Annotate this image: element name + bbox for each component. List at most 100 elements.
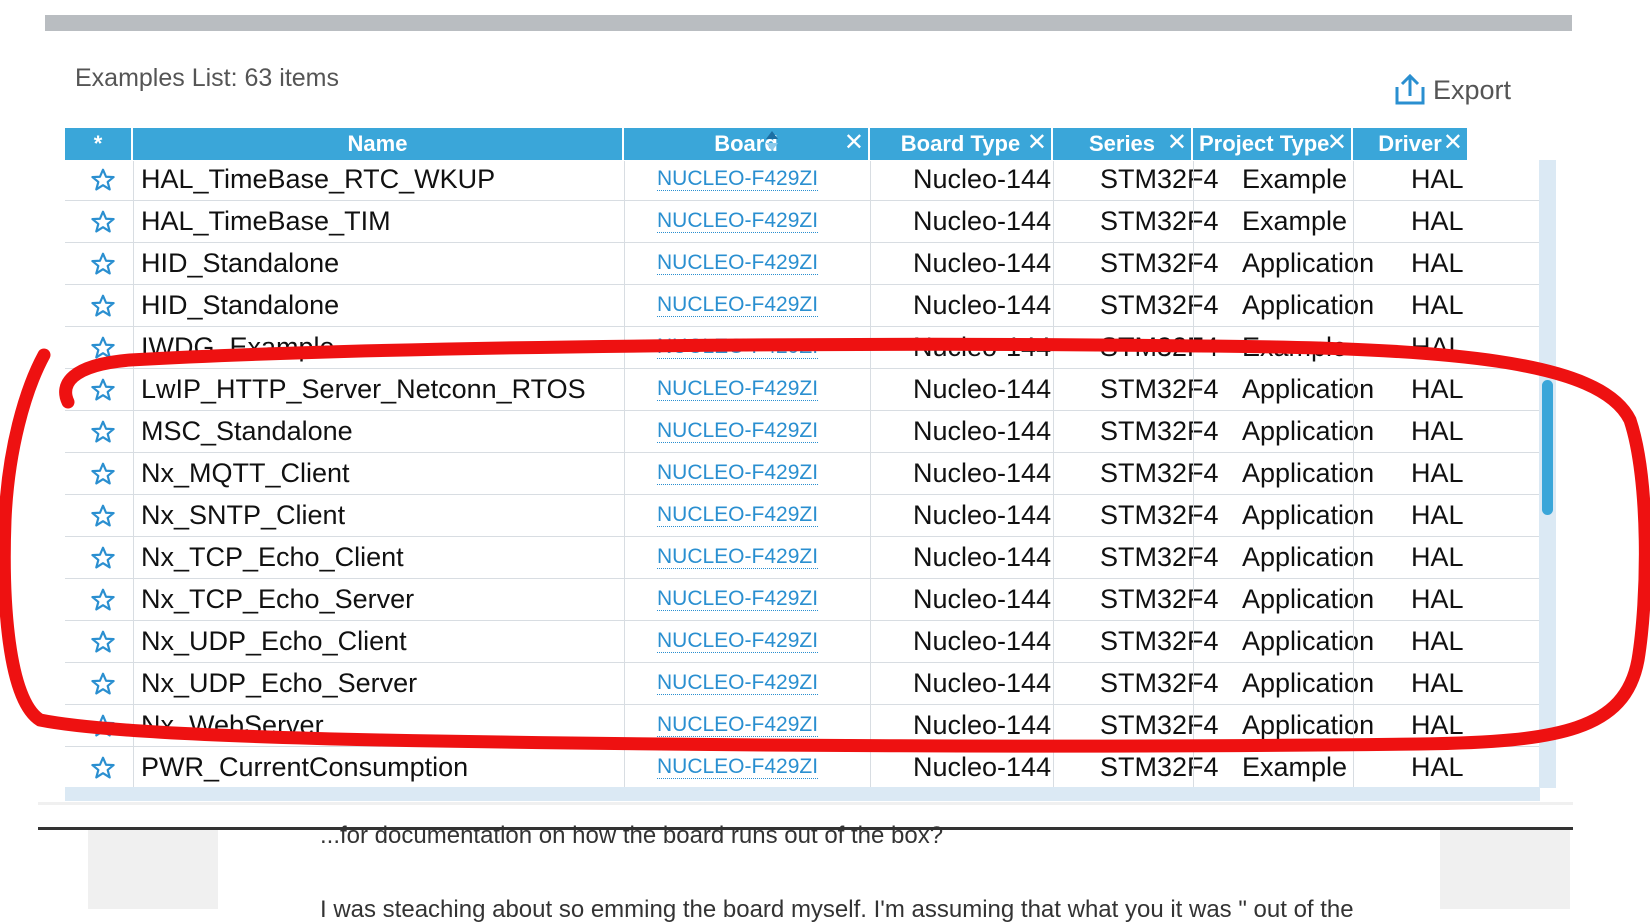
board-link[interactable]: NUCLEO-F429ZI — [657, 672, 819, 695]
table-row[interactable]: IWDG_Example NUCLEO-F429ZI Nucleo-144 STM32… — [65, 327, 1540, 369]
board-link[interactable]: NUCLEO-F429ZI — [657, 630, 819, 653]
cell-project-type: Application — [1242, 668, 1375, 698]
cell-project-type: Application — [1242, 500, 1375, 530]
cell-series: STM32F4 — [1100, 332, 1219, 362]
board-link[interactable]: NUCLEO-F429ZI — [657, 462, 819, 485]
table-row[interactable]: Nx_TCP_Echo_Server NUCLEO-F429ZI Nucleo-14… — [65, 579, 1540, 621]
examples-grid: * Name Board ✕ Board Type ✕ Series ✕ Pro… — [65, 128, 1556, 801]
table-row[interactable]: PWR_CurrentConsumption NUCLEO-F429ZI Nucle… — [65, 747, 1540, 787]
favorite-star-icon[interactable] — [87, 663, 119, 704]
cell-driver: HAL — [1411, 542, 1464, 572]
cell-name: HID_Standalone — [141, 248, 340, 278]
col-header-driver-label: Driver — [1378, 131, 1442, 156]
cell-series: STM32F4 — [1100, 500, 1219, 530]
favorite-star-icon[interactable] — [87, 411, 119, 452]
board-link[interactable]: NUCLEO-F429ZI — [657, 588, 819, 611]
cell-series: STM32F4 — [1100, 458, 1219, 488]
favorite-star-icon[interactable] — [87, 579, 119, 620]
board-link[interactable]: NUCLEO-F429ZI — [657, 504, 819, 527]
col-header-series[interactable]: Series ✕ — [1053, 128, 1193, 160]
cell-name: LwIP_HTTP_Server_Netconn_RTOS — [141, 374, 586, 404]
cell-name: Nx_WebServer — [141, 710, 324, 740]
col-header-favorite[interactable]: * — [65, 128, 133, 160]
table-row[interactable]: Nx_TCP_Echo_Client NUCLEO-F429ZI Nucleo-14… — [65, 537, 1540, 579]
table-row[interactable]: Nx_UDP_Echo_Server NUCLEO-F429ZI Nucleo-14… — [65, 663, 1540, 705]
table-row[interactable]: HAL_TimeBase_RTC_WKUP NUCLEO-F429ZI Nucleo… — [65, 161, 1540, 201]
board-link[interactable]: NUCLEO-F429ZI — [657, 210, 819, 233]
cell-board-type: Nucleo-144 — [913, 332, 1052, 362]
cell-board: NUCLEO-F429ZI — [657, 747, 819, 787]
export-button[interactable]: Export — [1393, 72, 1511, 108]
board-link[interactable]: NUCLEO-F429ZI — [657, 714, 819, 737]
cell-board: NUCLEO-F429ZI — [657, 453, 819, 494]
cell-project-type: Example — [1242, 206, 1348, 236]
board-link[interactable]: NUCLEO-F429ZI — [657, 168, 819, 191]
remove-series-column-icon[interactable]: ✕ — [1167, 131, 1187, 155]
remove-project-type-column-icon[interactable]: ✕ — [1327, 131, 1347, 155]
col-header-driver[interactable]: Driver ✕ — [1353, 128, 1467, 160]
cell-board-type: Nucleo-144 — [913, 584, 1052, 614]
cell-board: NUCLEO-F429ZI — [657, 579, 819, 620]
favorite-star-icon[interactable] — [87, 243, 119, 284]
table-row[interactable]: HID_Standalone NUCLEO-F429ZI Nucleo-144 STM… — [65, 285, 1540, 327]
col-header-favorite-label: * — [93, 131, 103, 156]
cell-driver: HAL — [1411, 500, 1464, 530]
table-row[interactable]: MSC_Standalone NUCLEO-F429ZI Nucleo-144 STM… — [65, 411, 1540, 453]
horizontal-scrollbar[interactable] — [65, 787, 1540, 801]
board-link[interactable]: NUCLEO-F429ZI — [657, 378, 819, 401]
board-link[interactable]: NUCLEO-F429ZI — [657, 294, 819, 317]
cell-board: NUCLEO-F429ZI — [657, 201, 819, 242]
remove-board-type-column-icon[interactable]: ✕ — [1027, 131, 1047, 155]
favorite-star-icon[interactable] — [87, 369, 119, 410]
table-row[interactable]: HAL_TimeBase_TIM NUCLEO-F429ZI Nucleo-144 S… — [65, 201, 1540, 243]
col-divider — [1053, 161, 1054, 787]
table-row[interactable]: Nx_MQTT_Client NUCLEO-F429ZI Nucleo-144 STM… — [65, 453, 1540, 495]
remove-driver-column-icon[interactable]: ✕ — [1443, 131, 1463, 155]
export-icon — [1393, 74, 1427, 106]
favorite-star-icon[interactable] — [87, 161, 119, 200]
favorite-star-icon[interactable] — [87, 537, 119, 578]
favorite-star-icon[interactable] — [87, 705, 119, 746]
cell-board-type: Nucleo-144 — [913, 416, 1052, 446]
favorite-star-icon[interactable] — [87, 285, 119, 326]
favorite-star-icon[interactable] — [87, 747, 119, 787]
cell-series: STM32F4 — [1100, 164, 1219, 194]
cell-board-type: Nucleo-144 — [913, 290, 1052, 320]
cell-series: STM32F4 — [1100, 416, 1219, 446]
table-row[interactable]: Nx_WebServer NUCLEO-F429ZI Nucleo-144 STM32… — [65, 705, 1540, 747]
board-link[interactable]: NUCLEO-F429ZI — [657, 420, 819, 443]
table-row[interactable]: HID_Standalone NUCLEO-F429ZI Nucleo-144 STM… — [65, 243, 1540, 285]
cell-name: Nx_UDP_Echo_Client — [141, 626, 407, 656]
col-header-project-type[interactable]: Project Type ✕ — [1193, 128, 1353, 160]
remove-board-column-icon[interactable]: ✕ — [844, 131, 864, 155]
scrollbar-thumb[interactable] — [1542, 380, 1553, 515]
sort-arrows-icon[interactable] — [764, 129, 780, 155]
board-link[interactable]: NUCLEO-F429ZI — [657, 546, 819, 569]
cell-driver: HAL — [1411, 626, 1464, 656]
divider — [38, 802, 1573, 805]
board-link[interactable]: NUCLEO-F429ZI — [657, 756, 819, 779]
col-divider — [870, 161, 871, 787]
favorite-star-icon[interactable] — [87, 327, 119, 368]
cell-board: NUCLEO-F429ZI — [657, 369, 819, 410]
cell-driver: HAL — [1411, 290, 1464, 320]
col-header-board-type[interactable]: Board Type ✕ — [870, 128, 1053, 160]
favorite-star-icon[interactable] — [87, 453, 119, 494]
cell-name: Nx_TCP_Echo_Server — [141, 584, 415, 614]
table-row[interactable]: Nx_SNTP_Client NUCLEO-F429ZI Nucleo-144 STM… — [65, 495, 1540, 537]
table-row[interactable]: LwIP_HTTP_Server_Netconn_RTOS NUCLEO-F429… — [65, 369, 1540, 411]
col-divider — [624, 161, 625, 787]
cell-project-type: Application — [1242, 542, 1375, 572]
vertical-scrollbar[interactable] — [1539, 160, 1556, 788]
cell-name: Nx_MQTT_Client — [141, 458, 350, 488]
table-row[interactable]: Nx_UDP_Echo_Client NUCLEO-F429ZI Nucleo-14… — [65, 621, 1540, 663]
cell-name: Nx_TCP_Echo_Client — [141, 542, 404, 572]
board-link[interactable]: NUCLEO-F429ZI — [657, 336, 819, 359]
board-link[interactable]: NUCLEO-F429ZI — [657, 252, 819, 275]
favorite-star-icon[interactable] — [87, 201, 119, 242]
col-header-name[interactable]: Name — [133, 128, 624, 160]
favorite-star-icon[interactable] — [87, 495, 119, 536]
favorite-star-icon[interactable] — [87, 621, 119, 662]
col-header-board[interactable]: Board ✕ — [624, 128, 870, 160]
cell-project-type: Example — [1242, 752, 1348, 782]
